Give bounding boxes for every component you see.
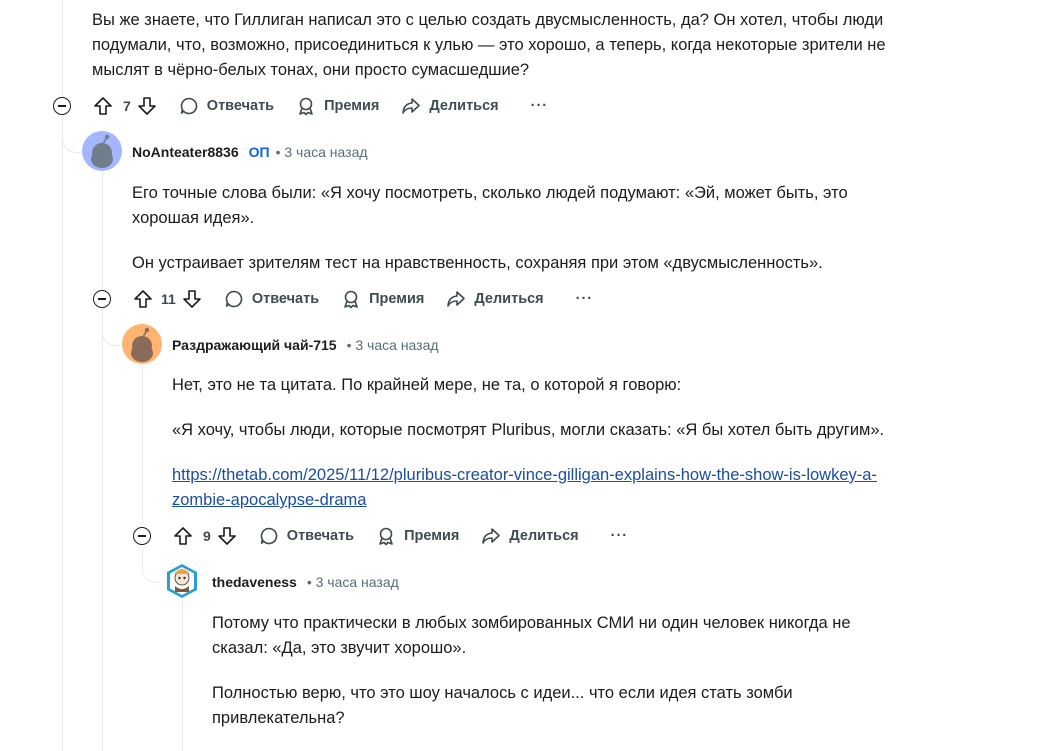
author-name[interactable]: NoAnteater8836 <box>132 144 239 160</box>
share-label: Делиться <box>509 528 579 544</box>
comment-header: Раздражающий чай-715 • 3 часа назад <box>172 335 439 355</box>
share-icon <box>402 98 421 114</box>
more-icon[interactable]: ··· <box>611 528 629 544</box>
downvote-icon[interactable] <box>217 526 237 546</box>
award-button[interactable]: Премия <box>296 96 379 116</box>
comment-text-line: сказал: «Да, это звучит хорошо». <box>212 639 467 657</box>
comment-body: Потому что практически в любых зомбирова… <box>212 611 1032 731</box>
comment-text-line: хорошая идея». <box>132 209 255 227</box>
vote-count: 11 <box>161 291 176 307</box>
upvote-icon[interactable] <box>93 96 113 116</box>
thread-connector <box>62 120 81 153</box>
share-button[interactable]: Делиться <box>446 289 544 309</box>
collapse-icon[interactable] <box>53 97 71 115</box>
thread-connector <box>102 313 121 346</box>
comment-icon <box>180 97 198 115</box>
vote-count: 7 <box>123 98 131 114</box>
share-button[interactable]: Делиться <box>481 526 579 546</box>
comment-actions: 7 Отвечать Премия Делиться ··· <box>53 90 548 122</box>
comment-text-line: Вы же знаете, что Гиллиган написал это с… <box>92 11 884 29</box>
thread-connector <box>142 550 161 583</box>
avatar[interactable] <box>122 324 162 364</box>
award-icon <box>299 97 313 116</box>
timestamp[interactable]: • 3 часа назад <box>347 337 439 353</box>
downvote-icon[interactable] <box>137 96 157 116</box>
thread-line[interactable] <box>102 172 103 751</box>
upvote-icon[interactable] <box>173 526 193 546</box>
award-icon <box>344 290 358 309</box>
comment-text-line: Его точные слова были: «Я хочу посмотрет… <box>132 184 848 202</box>
reply-label: Отвечать <box>286 528 355 544</box>
article-link[interactable]: zombie-apocalypse-drama <box>172 491 366 509</box>
comment-text-line: мыслят в чёрно-белых тонах, они просто с… <box>92 61 530 79</box>
timestamp[interactable]: • 3 часа назад <box>307 574 399 590</box>
comment-icon <box>260 527 278 545</box>
downvote-icon[interactable] <box>182 289 202 309</box>
comment-text-line: «Я хочу, чтобы люди, которые посмотрят P… <box>172 421 885 439</box>
comment-body: Нет, это не та цитата. По крайней мере, … <box>172 373 1032 513</box>
thread-line[interactable] <box>142 365 143 525</box>
share-icon <box>482 528 501 544</box>
more-icon[interactable]: ··· <box>576 291 594 307</box>
thread-line[interactable] <box>182 600 183 751</box>
comment-text-line: Он устраивает зрителям тест на нравствен… <box>132 254 823 272</box>
comment-text-line: Полностью верю, что это шоу началось с и… <box>212 684 793 702</box>
avatar[interactable] <box>82 131 122 171</box>
collapse-icon[interactable] <box>93 290 111 308</box>
share-icon <box>447 291 466 307</box>
comment-text-line: подумали, что, возможно, присоединиться … <box>92 36 886 54</box>
reply-button[interactable]: Отвечать <box>259 526 354 546</box>
award-label: Премия <box>324 98 380 114</box>
award-button[interactable]: Премия <box>341 289 424 309</box>
timestamp[interactable]: • 3 часа назад <box>276 144 368 160</box>
vote-count: 9 <box>203 528 211 544</box>
reply-label: Отвечать <box>251 291 320 307</box>
op-badge: ОП <box>248 144 270 160</box>
comment-text-line: Нет, это не та цитата. По крайней мере, … <box>172 376 682 394</box>
share-button[interactable]: Делиться <box>401 96 499 116</box>
link-paragraph: https://thetab.com/2025/11/12/pluribus-c… <box>172 463 1032 513</box>
share-label: Делиться <box>429 98 499 114</box>
reply-button[interactable]: Отвечать <box>179 96 274 116</box>
article-link[interactable]: https://thetab.com/2025/11/12/pluribus-c… <box>172 466 877 484</box>
comment-actions: 11 Отвечать Премия Делиться ··· <box>93 283 593 315</box>
reply-button[interactable]: Отвечать <box>224 289 319 309</box>
reply-label: Отвечать <box>206 98 275 114</box>
award-label: Премия <box>369 291 425 307</box>
comment-header: thedaveness • 3 часа назад <box>212 572 399 592</box>
comment-text-line: привлекательна? <box>212 709 345 727</box>
comment-icon <box>225 290 243 308</box>
comment-text-line: Потому что практически в любых зомбирова… <box>212 614 851 632</box>
collapse-icon[interactable] <box>133 527 151 545</box>
award-icon <box>379 527 393 546</box>
award-label: Премия <box>404 528 460 544</box>
share-label: Делиться <box>474 291 544 307</box>
comment-body: Его точные слова были: «Я хочу посмотрет… <box>132 181 1012 276</box>
author-name[interactable]: Раздражающий чай-715 <box>172 337 337 353</box>
award-button[interactable]: Премия <box>376 526 459 546</box>
comment-body: Вы же знаете, что Гиллиган написал это с… <box>92 8 992 83</box>
comment-header: NoAnteater8836 ОП • 3 часа назад <box>132 142 368 162</box>
author-name[interactable]: thedaveness <box>212 574 297 590</box>
more-icon[interactable]: ··· <box>531 98 549 114</box>
avatar[interactable] <box>162 560 202 600</box>
upvote-icon[interactable] <box>133 289 153 309</box>
comment-actions: 9 Отвечать Премия Делиться ··· <box>133 520 628 552</box>
